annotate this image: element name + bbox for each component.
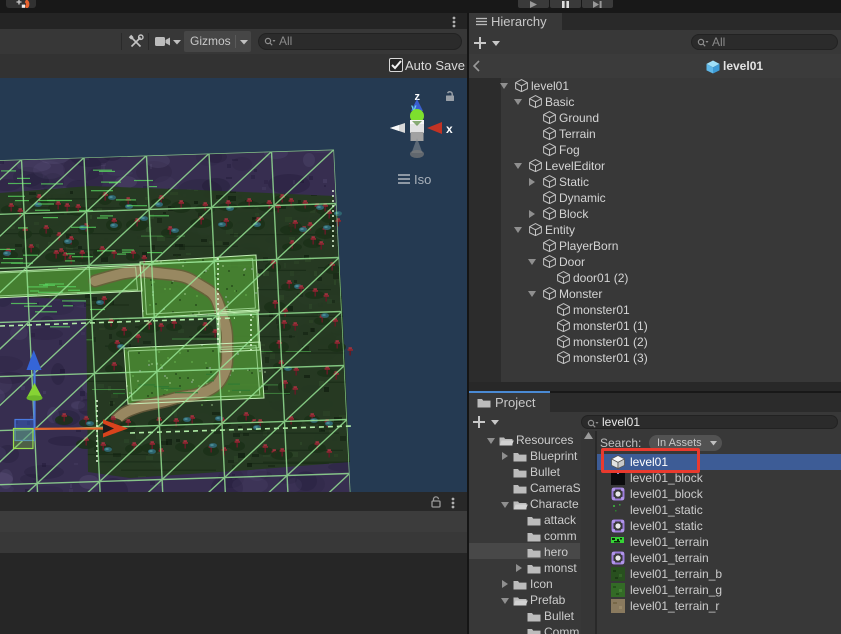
- svg-text:Iso: Iso: [414, 172, 431, 187]
- svg-text:x: x: [446, 122, 453, 136]
